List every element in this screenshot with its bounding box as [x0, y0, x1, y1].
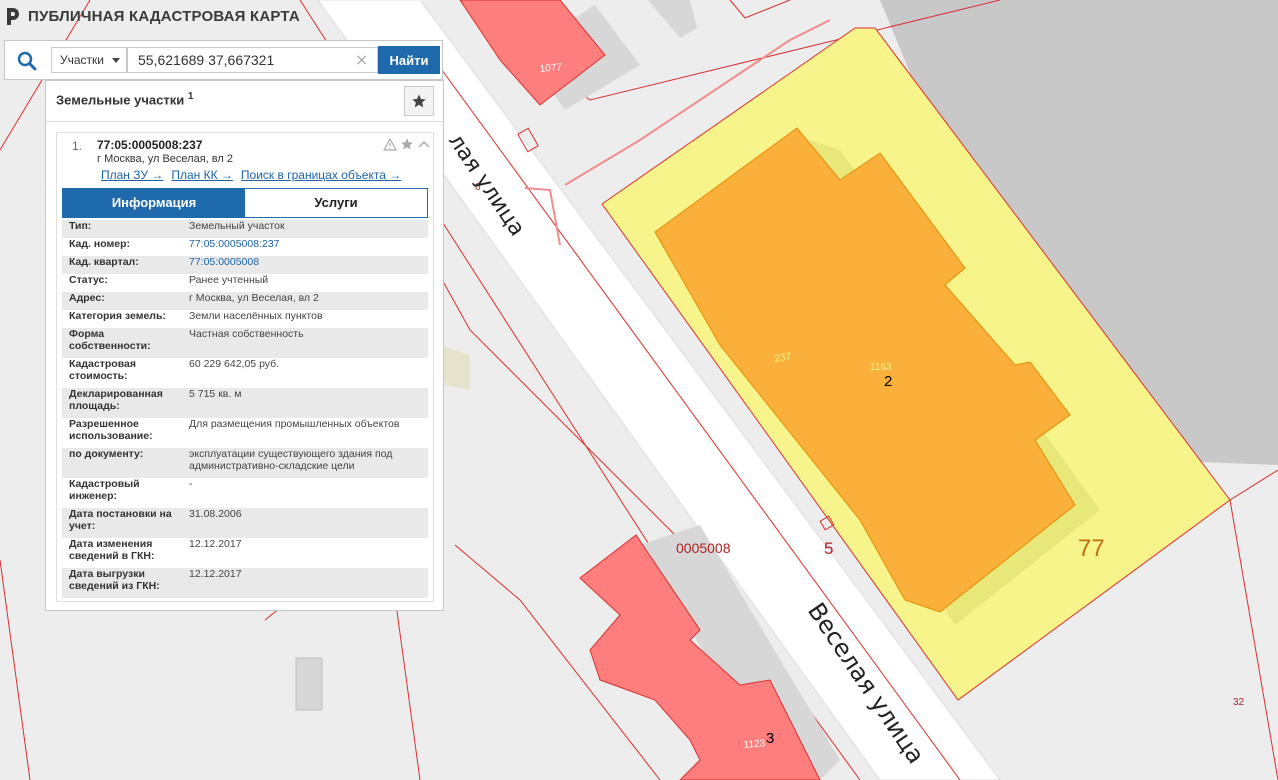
info-value: эксплуатации существующего здания под ад…	[189, 448, 393, 472]
info-value-link[interactable]: 77:05:0005008:237	[182, 238, 428, 256]
tab-services[interactable]: Услуги	[245, 189, 427, 217]
label-3: 3	[766, 730, 774, 747]
search-icon[interactable]	[17, 51, 37, 71]
info-value: 31.08.2006	[189, 508, 242, 520]
info-key: Дата изменения сведений в ГКН:	[69, 538, 155, 562]
label-block-0005008: 0005008	[676, 540, 731, 556]
results-title-text: Земельные участки	[56, 92, 185, 108]
info-key: Форма собственности:	[69, 328, 151, 352]
info-key: Дата постановки на учет:	[69, 508, 172, 532]
info-row: Кад. номер: 77:05:0005008:237	[62, 238, 428, 256]
results-panel: Земельные участки 1 1. 77:05:0005008:237…	[45, 80, 444, 611]
info-row: Кадастровый инженер: -	[62, 478, 428, 508]
info-value: Земли населённых пунктов	[189, 310, 323, 322]
info-key: Разрешенное использование:	[69, 418, 153, 442]
info-value: 12.12.2017	[189, 538, 242, 550]
info-value: 5 715 кв. м	[189, 388, 242, 400]
coordinates-input[interactable]	[127, 47, 378, 73]
label-2: 2	[884, 373, 892, 390]
tab-information[interactable]: Информация	[63, 189, 245, 217]
info-key: по документу:	[69, 448, 144, 460]
info-value: Земельный участок	[189, 220, 285, 232]
info-row: Форма собственности: Частная собственност…	[62, 328, 428, 358]
warning-icon[interactable]	[383, 137, 397, 151]
info-key: Адрес:	[69, 292, 105, 304]
info-value: г Москва, ул Веселая, вл 2	[189, 292, 319, 304]
gray-rect	[295, 657, 323, 711]
result-index: 1.	[72, 139, 83, 153]
results-title: Земельные участки 1	[56, 91, 193, 107]
object-type-label: Участки	[60, 53, 104, 67]
info-row: Категория земель: Земли населённых пункто…	[62, 310, 428, 328]
info-key: Кад. номер:	[69, 238, 131, 250]
result-tabs: Информация Услуги	[62, 188, 428, 218]
app-title: ПУБЛИЧНАЯ КАДАСТРОВАЯ КАРТА	[28, 7, 300, 25]
info-key: Дата выгрузки сведений из ГКН:	[69, 568, 160, 592]
app-header: ПУБЛИЧНАЯ КАДАСТРОВАЯ КАРТА	[0, 0, 300, 32]
info-value: 60 229 642,05 руб.	[189, 358, 280, 370]
star-icon[interactable]	[400, 137, 414, 151]
result-address: г Москва, ул Веселая, вл 2	[97, 153, 233, 165]
info-row: Дата постановки на учет: 31.08.2006	[62, 508, 428, 538]
label-32: 32	[1233, 697, 1245, 708]
info-key: Кадастровый инженер:	[69, 478, 140, 502]
info-key: Категория земель:	[69, 310, 166, 322]
object-type-select[interactable]: Участки	[51, 47, 127, 73]
label-1163: 1163	[870, 362, 892, 373]
info-row: Дата выгрузки сведений из ГКН: 12.12.2017	[62, 568, 428, 598]
star-icon	[412, 94, 426, 108]
info-value-link[interactable]: 77:05:0005008	[182, 256, 428, 274]
result-cad-number[interactable]: 77:05:0005008:237	[97, 138, 202, 152]
result-actions	[383, 137, 431, 151]
results-count: 1	[187, 91, 194, 102]
info-value: Частная собственность	[189, 328, 304, 340]
search-bar: Участки × Найти	[4, 40, 443, 80]
plan-kk-link[interactable]: План КК →	[171, 168, 233, 182]
info-row: Кад. квартал: 77:05:0005008	[62, 256, 428, 274]
info-key: Кад. квартал:	[69, 256, 139, 268]
search-in-bounds-link[interactable]: Поиск в границах объекта →	[241, 168, 401, 182]
info-value: -	[189, 478, 193, 490]
find-button[interactable]: Найти	[378, 46, 440, 74]
label-77: 77	[1078, 535, 1105, 562]
chevron-up-icon[interactable]	[417, 138, 431, 150]
header-divider	[46, 121, 443, 122]
plan-zu-link[interactable]: План ЗУ →	[101, 168, 163, 182]
info-key: Тип:	[69, 220, 92, 232]
info-key: Кадастровая стоимость:	[69, 358, 136, 382]
label-1123: 1123	[743, 738, 766, 751]
info-row: Кадастровая стоимость: 60 229 642,05 руб.	[62, 358, 428, 388]
result-links: План ЗУ → План КК → Поиск в границах объек…	[101, 168, 409, 182]
label-1077: 1077	[539, 62, 563, 75]
result-card: 1. 77:05:0005008:237 г Москва, ул Весела…	[56, 132, 434, 602]
info-row: Дата изменения сведений в ГКН: 12.12.2017	[62, 538, 428, 568]
info-row: Разрешенное использование: Для размещения…	[62, 418, 428, 448]
info-key: Статус:	[69, 274, 108, 286]
info-row: Декларированная площадь: 5 715 кв. м	[62, 388, 428, 418]
info-value: 12.12.2017	[189, 568, 242, 580]
info-row: Тип: Земельный участок	[62, 220, 428, 238]
favorites-button[interactable]	[404, 86, 434, 116]
clear-icon[interactable]: ×	[355, 51, 368, 69]
info-row: Статус: Ранее учтенный	[62, 274, 428, 292]
info-key: Декларированная площадь:	[69, 388, 163, 412]
label-5: 5	[824, 539, 833, 558]
info-table: Тип: Земельный участок Кад. номер: 77:05:0…	[62, 220, 428, 598]
info-row: по документу: эксплуатации существующего …	[62, 448, 428, 478]
info-value: Ранее учтенный	[189, 274, 269, 286]
info-value: Для размещения промышленных объектов	[189, 418, 400, 430]
info-row: Адрес: г Москва, ул Веселая, вл 2	[62, 292, 428, 310]
app-logo-icon	[7, 8, 19, 25]
chevron-down-icon	[112, 58, 120, 63]
